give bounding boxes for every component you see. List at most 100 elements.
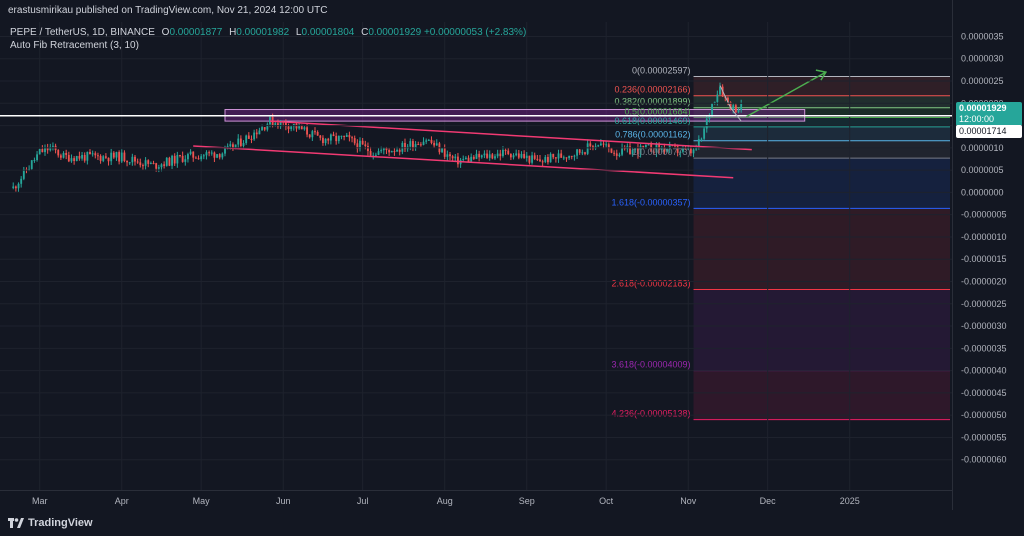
fib-level-label: 3.618(-0.00004009): [611, 360, 690, 370]
candle-body: [173, 155, 176, 164]
candle-body: [261, 127, 263, 131]
candle-body: [369, 151, 372, 156]
candle-body: [224, 148, 226, 154]
candle-body: [740, 103, 743, 111]
candle-body: [308, 134, 311, 138]
fib-level-label: 0.236(0.00002166): [614, 85, 690, 95]
symbol-label[interactable]: PEPE / TetherUS, 1D, BINANCE: [10, 27, 155, 38]
candle-body: [335, 135, 338, 142]
candle-body: [430, 139, 433, 143]
candle-body: [202, 155, 205, 157]
candle-body: [250, 138, 253, 140]
time-tick-label: Apr: [115, 496, 129, 506]
candle-body: [446, 154, 449, 157]
candle-body: [112, 152, 115, 158]
candle-body: [123, 152, 126, 161]
candle-body: [324, 138, 327, 144]
brand-name: TradingView: [28, 517, 93, 529]
candle-body: [160, 164, 163, 168]
candle-body: [581, 152, 584, 154]
candle-body: [467, 157, 470, 162]
candle-body: [104, 156, 107, 158]
candle-body: [70, 158, 73, 162]
fib-level-label: 0(0.00002597): [632, 66, 691, 76]
candle-body: [509, 154, 512, 158]
candle-body: [152, 162, 155, 164]
candle-body: [229, 144, 232, 147]
candle-body: [126, 160, 128, 163]
price-tick-label: 0.0000035: [961, 31, 1004, 41]
candle-body: [316, 132, 319, 136]
candle-body: [52, 145, 54, 147]
candle-body: [314, 131, 316, 133]
candle-body: [142, 165, 144, 167]
candle-body: [427, 139, 430, 141]
candle-body: [239, 138, 242, 146]
candle-body: [536, 158, 539, 160]
candle-body: [605, 144, 608, 146]
candle-body: [454, 156, 457, 159]
candle-body: [57, 150, 60, 156]
candle-body: [20, 178, 23, 184]
candle-body: [568, 155, 571, 159]
tradingview-logo[interactable]: TradingView: [8, 517, 93, 529]
candle-body: [97, 155, 99, 157]
candle-body: [218, 154, 221, 158]
time-axis[interactable]: Mar Apr May Jun Jul Aug Sep Oct Nov Dec 2025: [0, 490, 952, 510]
candle-body: [33, 160, 36, 162]
candle-body: [520, 153, 523, 158]
candle-body: [189, 151, 192, 155]
publisher-bar: erastusmirikau published on TradingView.…: [0, 0, 1024, 22]
candle-body: [367, 145, 369, 152]
time-tick-label: Sep: [519, 496, 535, 506]
time-tick-label: May: [193, 496, 211, 506]
price-axis[interactable]: 0.00000350.00000300.00000250.00000200.00…: [952, 0, 1024, 510]
candle-body: [78, 155, 81, 159]
candle-body: [340, 135, 343, 137]
candle-body: [319, 135, 322, 138]
price-tick-label: -0.0000035: [961, 343, 1007, 353]
candle-body: [502, 149, 504, 157]
candle-body: [216, 154, 218, 158]
price-chart[interactable]: 0(0.00002597) 0.236(0.00002166) 0.382(0.00…: [0, 22, 952, 490]
price-tick-label: 0.0000000: [961, 187, 1004, 197]
candle-body: [192, 151, 195, 158]
candle-body: [557, 153, 560, 159]
candle-body: [81, 155, 83, 159]
chart-pane[interactable]: 0(0.00002597) 0.236(0.00002166) 0.382(0.00…: [0, 22, 952, 490]
candle-body: [539, 159, 541, 162]
candle-body: [17, 183, 20, 189]
candle-body: [554, 157, 557, 159]
publisher-text: erastusmirikau published on TradingView.…: [8, 5, 328, 16]
price-tick-label: -0.0000030: [961, 321, 1007, 331]
candle-body: [136, 161, 139, 163]
candle-body: [486, 153, 488, 158]
candle-body: [517, 153, 520, 158]
hline-price-value: 0.00001714: [959, 126, 1007, 136]
fib-zone: [693, 208, 950, 290]
candle-body: [128, 162, 131, 164]
candle-body: [59, 155, 62, 158]
candle-body: [38, 148, 41, 155]
candle-body: [155, 163, 158, 169]
indicator-label[interactable]: Auto Fib Retracement (3, 10): [10, 39, 526, 52]
candle-body: [417, 144, 420, 146]
candle-body: [12, 186, 15, 188]
price-tick-label: -0.0000005: [961, 210, 1007, 220]
candle-body: [562, 157, 565, 159]
candle-body: [494, 156, 496, 159]
candle-body: [49, 146, 52, 151]
time-tick-label: Aug: [437, 496, 453, 506]
tradingview-icon: [8, 518, 24, 528]
last-price-badge: 0.00001929 12:00:00: [956, 102, 1022, 126]
candle-body: [102, 156, 105, 161]
candle-body: [14, 186, 17, 189]
candle-body: [443, 148, 446, 157]
candle-body: [67, 154, 70, 162]
candle-body: [306, 127, 308, 135]
candle-body: [221, 153, 224, 158]
fib-level-label: 0.382(0.00001899): [614, 97, 690, 107]
price-tick-label: -0.0000055: [961, 432, 1007, 442]
fib-level-label: 4.236(-0.00005138): [611, 409, 690, 419]
candle-body: [255, 132, 258, 135]
